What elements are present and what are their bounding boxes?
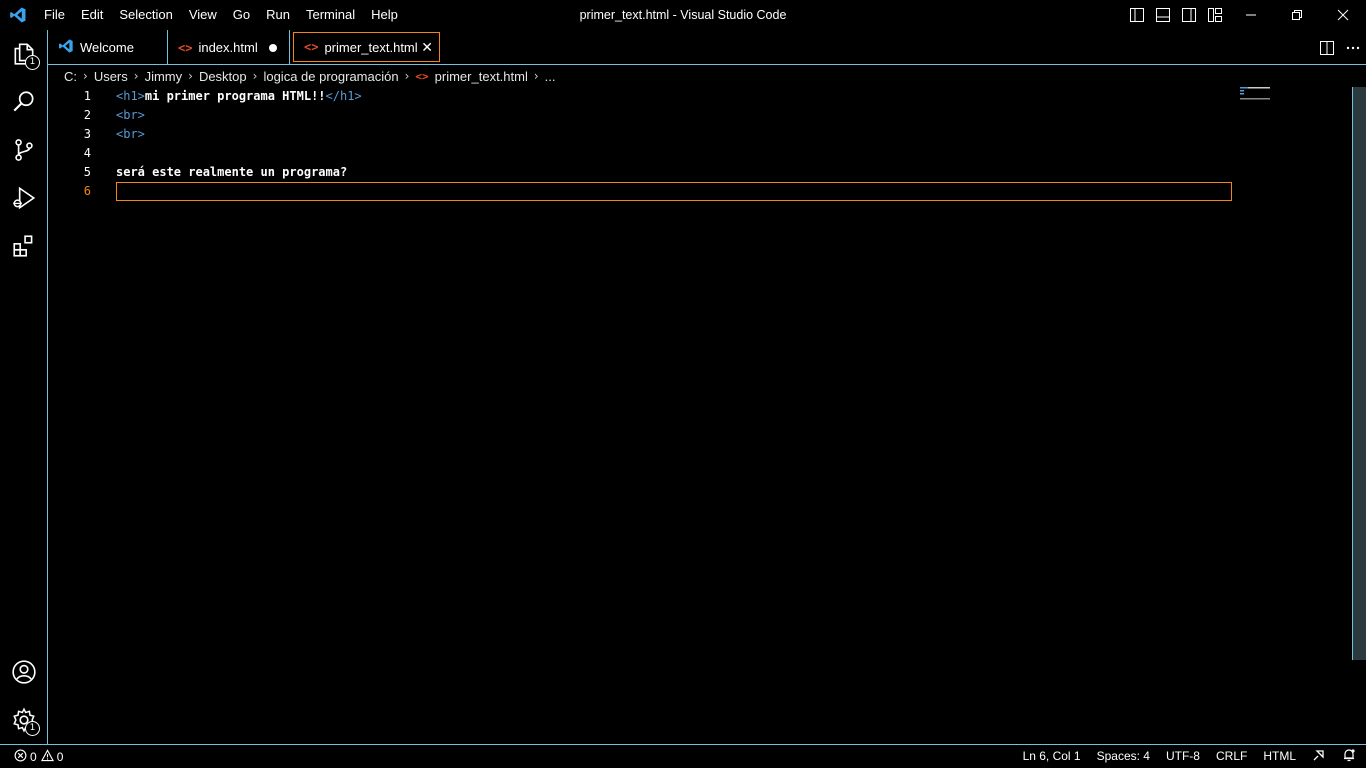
tab-label: Welcome xyxy=(80,40,134,55)
cursor-position[interactable]: Ln 6, Col 1 xyxy=(1023,749,1081,763)
html-file-icon: <> xyxy=(178,40,193,55)
code-line[interactable]: <br> xyxy=(116,106,1232,125)
problems-indicator[interactable]: 0 0 xyxy=(0,748,64,765)
menu-go[interactable]: Go xyxy=(225,0,258,30)
tab-label: primer_text.html xyxy=(324,39,418,55)
chevron-right-icon: › xyxy=(83,69,88,83)
customize-layout-icon[interactable] xyxy=(1202,0,1228,30)
search-icon[interactable] xyxy=(0,78,48,126)
close-tab-icon[interactable]: ✕ xyxy=(421,40,433,56)
current-line[interactable] xyxy=(116,182,1232,201)
menu-terminal[interactable]: Terminal xyxy=(298,0,363,30)
code-line[interactable]: será este realmente un programa? xyxy=(116,163,1232,182)
menu-run[interactable]: Run xyxy=(258,0,298,30)
code-text: mi primer programa HTML!! xyxy=(144,89,326,103)
activity-bar: 1 1 xyxy=(0,30,48,744)
encoding[interactable]: UTF-8 xyxy=(1166,749,1200,763)
code-content[interactable]: <h1>mi primer programa HTML!!</h1> <br> … xyxy=(116,87,1232,201)
menu-view[interactable]: View xyxy=(181,0,225,30)
tab-welcome[interactable]: Welcome xyxy=(48,30,168,65)
vscode-logo-icon xyxy=(58,38,74,57)
line-number: 3 xyxy=(83,127,91,141)
accounts-icon[interactable] xyxy=(0,648,48,696)
minimap[interactable] xyxy=(1240,87,1352,107)
notifications-bell-icon[interactable] xyxy=(1342,748,1356,765)
editor-tab-bar: Welcome <> index.html <> primer_text.htm… xyxy=(48,30,1366,65)
breadcrumb-symbols[interactable]: ... xyxy=(545,69,556,84)
menu-help[interactable]: Help xyxy=(363,0,406,30)
html-file-icon: <> xyxy=(415,69,429,83)
tab-primer-text-html[interactable]: <> primer_text.html ✕ xyxy=(293,32,440,62)
status-bar: 0 0 Ln 6, Col 1 Spaces: 4 UTF-8 CRLF HTM… xyxy=(0,744,1366,768)
html-file-icon: <> xyxy=(304,40,319,54)
line-number: 2 xyxy=(83,108,91,122)
minimize-icon[interactable] xyxy=(1228,0,1274,30)
breadcrumb-jimmy[interactable]: Jimmy xyxy=(145,69,183,84)
line-number-gutter: 1 2 3 4 5 6 xyxy=(48,87,108,201)
title-bar: File Edit Selection View Go Run Terminal… xyxy=(0,0,1366,30)
breadcrumb-users[interactable]: Users xyxy=(94,69,128,84)
title-controls xyxy=(1124,0,1366,30)
run-and-debug-icon[interactable] xyxy=(0,174,48,222)
warning-icon xyxy=(40,748,54,765)
indentation[interactable]: Spaces: 4 xyxy=(1097,749,1150,763)
menu-selection[interactable]: Selection xyxy=(111,0,180,30)
chevron-right-icon: › xyxy=(404,69,410,83)
code-editor[interactable]: 1 2 3 4 5 6 <h1>mi primer programa HTML!… xyxy=(48,87,1366,744)
toggle-panel-icon[interactable] xyxy=(1150,0,1176,30)
tab-index-html[interactable]: <> index.html xyxy=(168,30,290,65)
toggle-secondary-sidebar-icon[interactable] xyxy=(1176,0,1202,30)
vertical-scrollbar[interactable] xyxy=(1352,87,1366,660)
code-line[interactable]: <br> xyxy=(116,125,1232,144)
restore-icon[interactable] xyxy=(1274,0,1320,30)
menu-edit[interactable]: Edit xyxy=(73,0,111,30)
language-mode[interactable]: HTML xyxy=(1263,749,1296,763)
manage-gear-icon[interactable]: 1 xyxy=(0,696,48,744)
feedback-icon[interactable] xyxy=(1312,748,1326,765)
extensions-icon[interactable] xyxy=(0,222,48,270)
editor-actions xyxy=(1314,30,1366,65)
chevron-right-icon: › xyxy=(188,69,193,83)
html-tag: </h1> xyxy=(325,89,362,103)
more-actions-icon[interactable] xyxy=(1340,30,1366,65)
chevron-right-icon: › xyxy=(533,69,539,83)
code-line[interactable]: <h1>mi primer programa HTML!!</h1> xyxy=(116,87,1232,106)
breadcrumb-file[interactable]: primer_text.html xyxy=(435,69,528,84)
line-number-current: 6 xyxy=(83,184,91,198)
breadcrumb-desktop[interactable]: Desktop xyxy=(199,69,247,84)
menu-bar: File Edit Selection View Go Run Terminal… xyxy=(36,0,406,30)
menu-file[interactable]: File xyxy=(36,0,73,30)
tab-label: index.html xyxy=(198,40,258,55)
manage-badge: 1 xyxy=(25,721,40,736)
unsaved-dot-icon xyxy=(269,44,277,52)
vscode-logo-icon xyxy=(0,0,36,30)
breadcrumb: C: › Users › Jimmy › Desktop › logica de… xyxy=(48,65,1366,87)
breadcrumb-folder[interactable]: logica de programación xyxy=(263,69,398,84)
toggle-sidebar-icon[interactable] xyxy=(1124,0,1150,30)
source-control-icon[interactable] xyxy=(0,126,48,174)
close-window-icon[interactable] xyxy=(1320,0,1366,30)
warning-count: 0 xyxy=(56,749,64,764)
html-tag: <br> xyxy=(116,108,145,122)
error-icon xyxy=(14,749,27,765)
code-text: será este realmente un programa? xyxy=(116,165,348,179)
explorer-icon[interactable]: 1 xyxy=(0,30,48,78)
end-of-line[interactable]: CRLF xyxy=(1216,749,1247,763)
line-number: 5 xyxy=(83,165,91,179)
breadcrumb-drive[interactable]: C: xyxy=(64,69,77,84)
explorer-badge: 1 xyxy=(25,55,40,70)
line-number: 4 xyxy=(83,146,91,160)
line-number: 1 xyxy=(83,89,91,103)
html-tag: <br> xyxy=(116,127,145,141)
code-line[interactable] xyxy=(116,144,1232,163)
chevron-right-icon: › xyxy=(252,69,258,83)
chevron-right-icon: › xyxy=(133,69,139,83)
html-tag: <h1> xyxy=(116,89,145,103)
error-count: 0 xyxy=(30,749,37,764)
split-editor-icon[interactable] xyxy=(1314,30,1340,65)
status-right: Ln 6, Col 1 Spaces: 4 UTF-8 CRLF HTML xyxy=(1015,745,1358,767)
